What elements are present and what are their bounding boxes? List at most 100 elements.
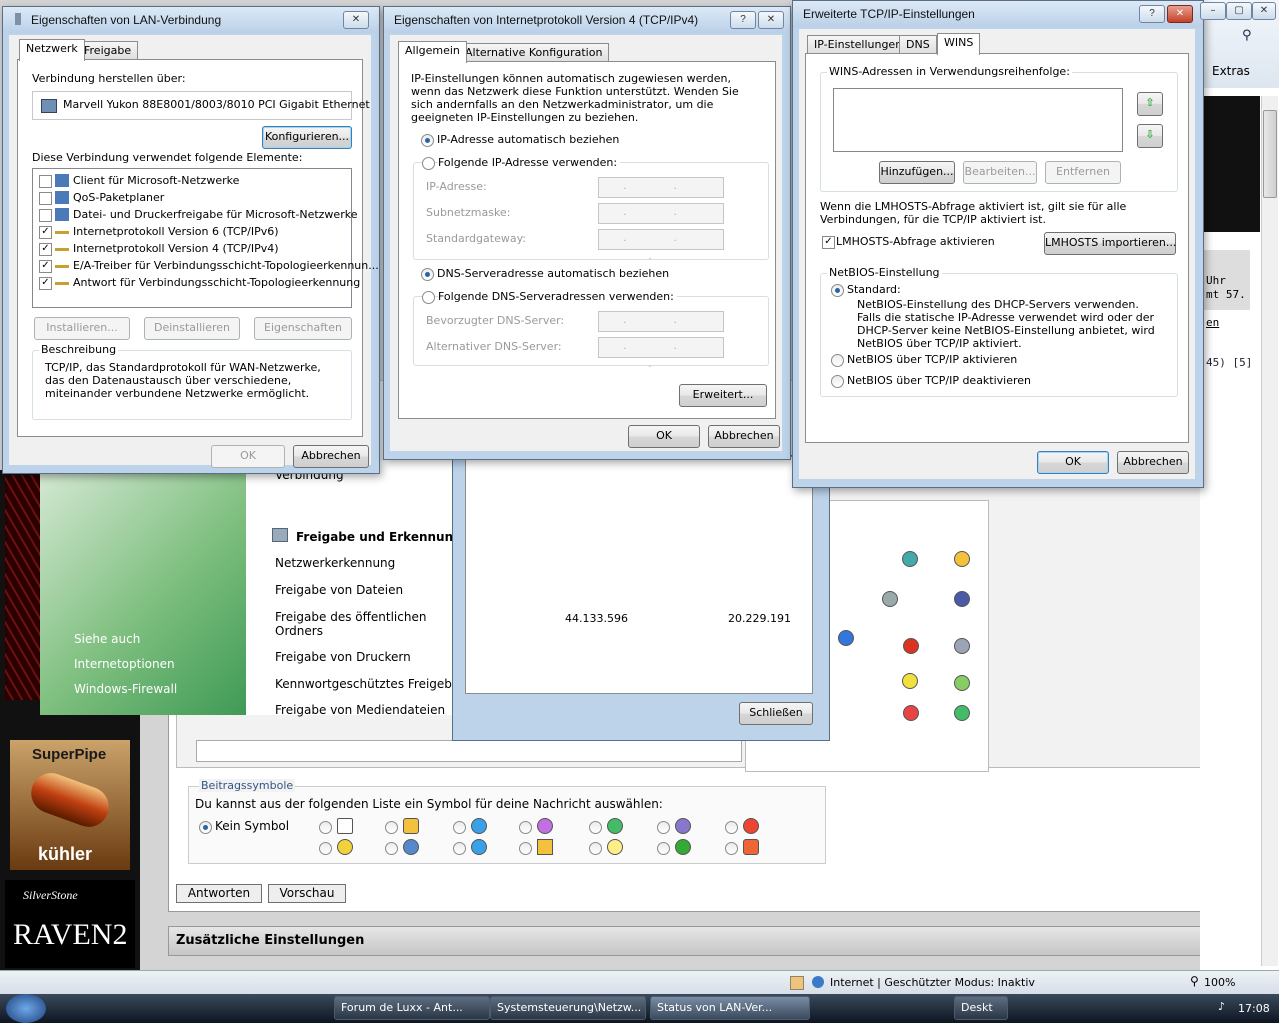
side-link-en[interactable]: en — [1206, 316, 1219, 329]
minimize-icon[interactable]: – — [1200, 2, 1226, 20]
symbol-radio[interactable] — [589, 821, 602, 834]
symbol-radio[interactable] — [319, 842, 332, 855]
sharing-item-printers[interactable]: Freigabe von Druckern — [275, 650, 411, 664]
symbol-radio[interactable] — [319, 821, 332, 834]
netbios-standard-radio[interactable] — [831, 284, 844, 297]
close-icon[interactable]: ✕ — [343, 11, 369, 29]
sharing-item-discovery[interactable]: Netzwerkerkennung — [275, 556, 395, 570]
side-page-links[interactable]: 45) [5] — [1206, 356, 1252, 369]
smiley-icon[interactable] — [902, 551, 918, 567]
advanced-cancel-button[interactable]: Abbrechen — [1117, 451, 1189, 474]
component-checkbox[interactable]: ✓ — [39, 277, 52, 290]
component-checkbox[interactable] — [39, 192, 52, 205]
volume-icon[interactable]: ♪ — [1218, 1000, 1225, 1013]
symbol-radio[interactable] — [385, 821, 398, 834]
alternate-dns-input[interactable]: . . . — [598, 337, 724, 370]
preview-button[interactable]: Vorschau — [268, 884, 346, 903]
install-button[interactable]: Installieren... — [34, 317, 130, 340]
sharing-item-media[interactable]: Freigabe von Mediendateien — [275, 703, 445, 717]
ipv4-dialog-titlebar[interactable]: Eigenschaften von Internetprotokoll Vers… — [384, 7, 790, 33]
tab-general[interactable]: Allgemein — [398, 41, 467, 63]
tab-dns[interactable]: DNS — [899, 35, 937, 54]
zoom-level[interactable]: 100% — [1204, 976, 1235, 989]
zoom-icon[interactable]: ⚲ — [1190, 974, 1199, 988]
wins-add-button[interactable]: Hinzufügen... — [879, 161, 955, 184]
netbios-disable-radio[interactable] — [831, 375, 844, 388]
extras-menu[interactable]: Extras — [1212, 64, 1250, 78]
start-button[interactable] — [6, 994, 46, 1023]
gateway-input[interactable]: . . . — [598, 229, 724, 262]
wins-remove-button[interactable]: Entfernen — [1045, 161, 1121, 184]
wins-edit-button[interactable]: Bearbeiten... — [963, 161, 1037, 184]
tab-network[interactable]: Netzwerk — [19, 39, 85, 61]
smiley-icon[interactable] — [903, 705, 919, 721]
smiley-icon[interactable] — [954, 638, 970, 654]
symbol-radio[interactable] — [385, 842, 398, 855]
ad-silverstone[interactable]: SilverStone RAVEN2 — [5, 880, 135, 968]
taskbar-desktop[interactable]: Deskt — [954, 996, 1008, 1020]
auto-ip-radio[interactable] — [421, 134, 434, 147]
ipv4-cancel-button[interactable]: Abbrechen — [708, 425, 780, 448]
lmhosts-checkbox[interactable]: ✓ — [822, 236, 835, 249]
component-checkbox[interactable] — [39, 209, 52, 222]
symbol-radio[interactable] — [453, 842, 466, 855]
component-checkbox[interactable]: ✓ — [39, 260, 52, 273]
symbol-radio[interactable] — [725, 821, 738, 834]
close-button[interactable]: Schließen — [739, 702, 813, 725]
smiley-icon[interactable] — [954, 551, 970, 567]
smiley-icon[interactable] — [903, 638, 919, 654]
component-checkbox[interactable] — [39, 175, 52, 188]
lan-dialog-titlebar[interactable]: Eigenschaften von LAN-Verbindung ✕ — [3, 7, 379, 33]
symbol-radio[interactable] — [519, 821, 532, 834]
netbios-enable-radio[interactable] — [831, 354, 844, 367]
close-icon[interactable]: ✕ — [1252, 2, 1276, 20]
tab-sharing[interactable]: Freigabe — [77, 41, 139, 60]
ipv4-ok-button[interactable]: OK — [628, 425, 700, 448]
preferred-dns-input[interactable]: . . . — [598, 311, 724, 344]
taskbar-item-forum[interactable]: Forum de Luxx - Ant... — [334, 996, 490, 1020]
sharing-item-password[interactable]: Kennwortgeschütztes Freigeben — [275, 677, 467, 691]
smiley-icon[interactable] — [882, 591, 898, 607]
symbol-radio[interactable] — [589, 842, 602, 855]
ip-address-input[interactable]: . . . — [598, 177, 724, 210]
component-checkbox[interactable]: ✓ — [39, 243, 52, 256]
zone-status[interactable]: Internet | Geschützter Modus: Inaktiv — [830, 976, 1035, 989]
symbol-radio[interactable] — [657, 821, 670, 834]
tab-wins[interactable]: WINS — [937, 33, 981, 55]
smiley-icon[interactable] — [954, 591, 970, 607]
advanced-button[interactable]: Erweitert... — [679, 384, 767, 407]
close-icon[interactable]: ✕ — [758, 11, 784, 29]
tab-alternate-config[interactable]: Alternative Konfiguration — [458, 43, 610, 62]
taskbar-item-lan-status[interactable]: Status von LAN-Ver... — [650, 996, 810, 1020]
extra-settings-bar[interactable]: Zusätzliche Einstellungen ︽ — [168, 926, 1252, 956]
component-checkbox[interactable]: ✓ — [39, 226, 52, 239]
scrollbar-thumb[interactable] — [1263, 110, 1277, 198]
advanced-ok-button[interactable]: OK — [1037, 451, 1109, 474]
no-symbol-radio[interactable] — [199, 821, 212, 834]
ad-superpipe[interactable]: SuperPipe kühler — [10, 740, 130, 870]
help-icon[interactable]: ? — [1139, 5, 1165, 23]
smiley-icon[interactable] — [954, 705, 970, 721]
reply-button[interactable]: Antworten — [176, 884, 262, 903]
symbol-radio[interactable] — [657, 842, 670, 855]
message-textarea[interactable] — [196, 740, 742, 762]
move-up-button[interactable]: ⇧ — [1137, 92, 1163, 116]
manual-dns-radio[interactable] — [422, 291, 435, 304]
lan-ok-button[interactable]: OK — [211, 445, 285, 468]
help-icon[interactable]: ? — [730, 11, 756, 29]
link-windows-firewall[interactable]: Windows-Firewall — [74, 682, 177, 696]
right-scrollbar[interactable] — [1261, 96, 1278, 966]
symbol-radio[interactable] — [519, 842, 532, 855]
taskbar-clock[interactable]: 17:08 — [1238, 1002, 1270, 1015]
symbol-radio[interactable] — [453, 821, 466, 834]
smiley-icon[interactable] — [838, 630, 854, 646]
link-internet-options[interactable]: Internetoptionen — [74, 657, 175, 671]
uninstall-button[interactable]: Deinstallieren — [144, 317, 240, 340]
lan-cancel-button[interactable]: Abbrechen — [293, 445, 369, 468]
sharing-item-public-folder[interactable]: Freigabe des öffentlichen Ordners — [275, 610, 455, 638]
advanced-dialog-titlebar[interactable]: Erweiterte TCP/IP-Einstellungen ? ✕ — [793, 1, 1203, 27]
maximize-icon[interactable]: ▢ — [1226, 2, 1252, 20]
symbol-radio[interactable] — [725, 842, 738, 855]
properties-button[interactable]: Eigenschaften — [254, 317, 352, 340]
move-down-button[interactable]: ⇩ — [1137, 124, 1163, 148]
